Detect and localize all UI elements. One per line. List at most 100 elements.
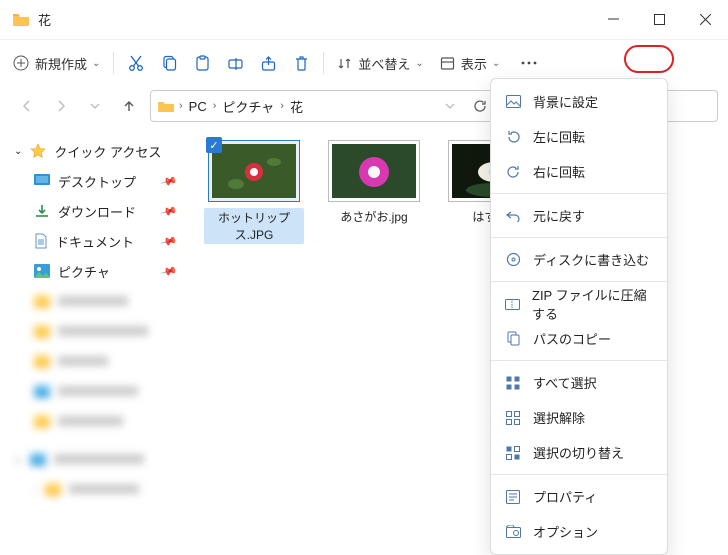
thumbnail [328,140,420,202]
chevron-down-icon: ⌄ [92,58,100,69]
copy-path-icon [505,331,521,346]
file-item[interactable]: ✓ ホットリップス.JPG [204,140,304,244]
chevron-right-icon: › [179,100,183,112]
menu-separator [491,281,667,282]
menu-burn-disc[interactable]: ディスクに書き込む [491,242,667,277]
properties-icon [505,490,521,504]
desktop-icon [34,174,50,188]
menu-select-none[interactable]: 選択解除 [491,400,667,435]
more-button[interactable] [509,45,549,81]
pin-icon: 📌 [160,202,178,220]
menu-options[interactable]: オプション [491,514,667,549]
quick-access-label: クイック アクセス [54,142,161,161]
selected-check-icon: ✓ [206,137,222,153]
rotate-left-icon [505,129,521,144]
up-button[interactable] [116,93,142,119]
disc-icon [505,252,521,267]
sidebar-item-pictures[interactable]: ピクチャ 📌 [6,256,186,286]
invert-icon [505,446,521,460]
sidebar-item-blurred [6,346,186,376]
pictures-icon [34,264,50,278]
sidebar-item-label: ダウンロード [58,202,136,221]
forward-button[interactable] [48,93,74,119]
download-icon [34,203,50,219]
zip-icon [505,297,520,310]
chevron-down-icon: ⌄ [415,58,423,69]
view-label: 表示 [461,54,487,73]
address-bar[interactable]: › PC › ピクチャ › 花 [150,90,500,122]
new-label: 新規作成 [35,54,87,73]
chevron-down-icon: ⌄ [14,146,22,157]
paste-button[interactable] [187,45,218,81]
new-button[interactable]: 新規作成 ⌄ [6,45,107,81]
window-title: 花 [38,10,590,29]
sort-button[interactable]: 並べ替え ⌄ [330,45,430,81]
select-none-icon [505,411,521,425]
menu-copy-path[interactable]: パスのコピー [491,321,667,356]
menu-rotate-left[interactable]: 左に回転 [491,119,667,154]
sidebar-item-desktop[interactable]: デスクトップ 📌 [6,166,186,196]
sidebar: ⌄ クイック アクセス デスクトップ 📌 ダウンロード 📌 ドキュメント 📌 ピ… [0,126,190,526]
cut-button[interactable] [120,45,152,81]
separator [113,52,114,74]
chevron-down-icon: ⌄ [492,58,500,69]
undo-icon [505,209,521,222]
sidebar-item-label: ピクチャ [58,262,110,281]
breadcrumb-pc[interactable]: PC [187,97,209,116]
sidebar-item-blurred [6,286,186,316]
view-button[interactable]: 表示 ⌄ [433,45,507,81]
folder-icon [12,11,30,29]
sidebar-item-blurred: › [6,474,186,504]
star-icon [30,143,46,159]
pin-icon: 📌 [160,172,178,190]
chevron-right-icon: › [280,100,284,112]
menu-select-all[interactable]: すべて選択 [491,365,667,400]
back-button[interactable] [14,93,40,119]
sidebar-item-documents[interactable]: ドキュメント 📌 [6,226,186,256]
menu-zip[interactable]: ZIP ファイルに圧縮する [491,286,667,321]
close-button[interactable] [682,0,728,40]
separator [323,52,324,74]
file-name: ホットリップス.JPG [204,208,304,244]
sidebar-item-blurred [6,406,186,436]
minimize-button[interactable] [590,0,636,40]
file-name: あさがお.jpg [340,208,407,225]
select-all-icon [505,376,521,390]
sidebar-quick-access[interactable]: ⌄ クイック アクセス [6,136,186,166]
breadcrumb-pictures[interactable]: ピクチャ [220,95,276,118]
file-item[interactable]: あさがお.jpg [324,140,424,225]
menu-rotate-right[interactable]: 右に回転 [491,154,667,189]
sidebar-item-label: デスクトップ [58,172,136,191]
sidebar-item-downloads[interactable]: ダウンロード 📌 [6,196,186,226]
menu-properties[interactable]: プロパティ [491,479,667,514]
sidebar-group-blurred: ⌄ [6,444,186,474]
address-dropdown[interactable] [437,93,463,119]
menu-separator [491,474,667,475]
pin-icon: 📌 [160,262,178,280]
recent-dropdown[interactable] [82,93,108,119]
menu-set-background[interactable]: 背景に設定 [491,84,667,119]
menu-undo[interactable]: 元に戻す [491,198,667,233]
thumbnail: ✓ [208,140,300,202]
menu-separator [491,193,667,194]
chevron-right-icon: › [213,100,217,112]
maximize-button[interactable] [636,0,682,40]
folder-icon [157,98,175,114]
background-icon [505,95,521,108]
titlebar: 花 [0,0,728,40]
sidebar-item-blurred [6,376,186,406]
delete-button[interactable] [286,45,317,81]
rename-button[interactable] [220,45,251,81]
menu-invert-selection[interactable]: 選択の切り替え [491,435,667,470]
menu-separator [491,237,667,238]
document-icon [34,233,48,249]
sidebar-item-label: ドキュメント [56,232,134,251]
menu-separator [491,360,667,361]
sort-label: 並べ替え [358,54,410,73]
copy-button[interactable] [154,45,185,81]
options-icon [505,525,521,538]
share-button[interactable] [253,45,284,81]
breadcrumb-folder[interactable]: 花 [288,95,305,118]
sidebar-item-blurred [6,316,186,346]
rotate-right-icon [505,164,521,179]
